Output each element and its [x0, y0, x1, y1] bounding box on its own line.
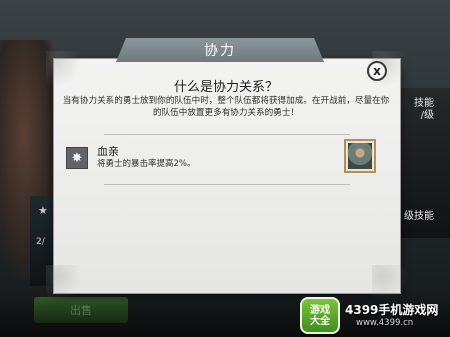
dialog-description-line1: 当有协力关系的勇士放到你的队伍中时，整个队伍都将获得加成。在开战前，尽量在你	[62, 96, 390, 106]
watermark-logo: 游戏 大全	[300, 297, 340, 334]
watermark-badge-line1: 游戏	[310, 304, 330, 316]
dialog-corner-ornament	[46, 265, 82, 301]
background-skill-label-line2: /级	[420, 110, 434, 121]
watermark-site-url: www.4399.cn	[356, 318, 414, 328]
star-icon: ★	[38, 204, 48, 217]
background-skill-label: 技能 /级	[414, 98, 434, 122]
dialog-corner-ornament	[372, 265, 408, 301]
dialog-description: 当有协力关系的勇士放到你的队伍中时，整个队伍都将获得加成。在开战前，尽量在你 的…	[60, 95, 392, 119]
dialog-heading: 什么是协力关系？	[173, 80, 278, 95]
watermark-site-name: 4399手机游戏网	[345, 303, 439, 317]
divider-top	[104, 134, 350, 135]
hero-portrait-image	[348, 143, 372, 169]
hero-portrait[interactable]	[344, 139, 376, 173]
dialog-title-banner: 协力	[116, 38, 324, 62]
background-fraction: 2/	[36, 237, 45, 247]
dialog-title: 协力	[204, 43, 236, 59]
burst-star-icon: ✸	[66, 147, 88, 169]
background-skill-level-label: 级技能	[404, 211, 434, 222]
background-skill-label-line1: 技能	[414, 98, 434, 109]
divider-bottom	[104, 184, 350, 185]
dialog-description-line2: 的队伍中放置更多有协力关系的勇士！	[152, 108, 300, 118]
synergy-effect: 将勇士的暴击率提高2%。	[97, 159, 196, 169]
watermark-badge-line2: 大全	[310, 315, 330, 327]
